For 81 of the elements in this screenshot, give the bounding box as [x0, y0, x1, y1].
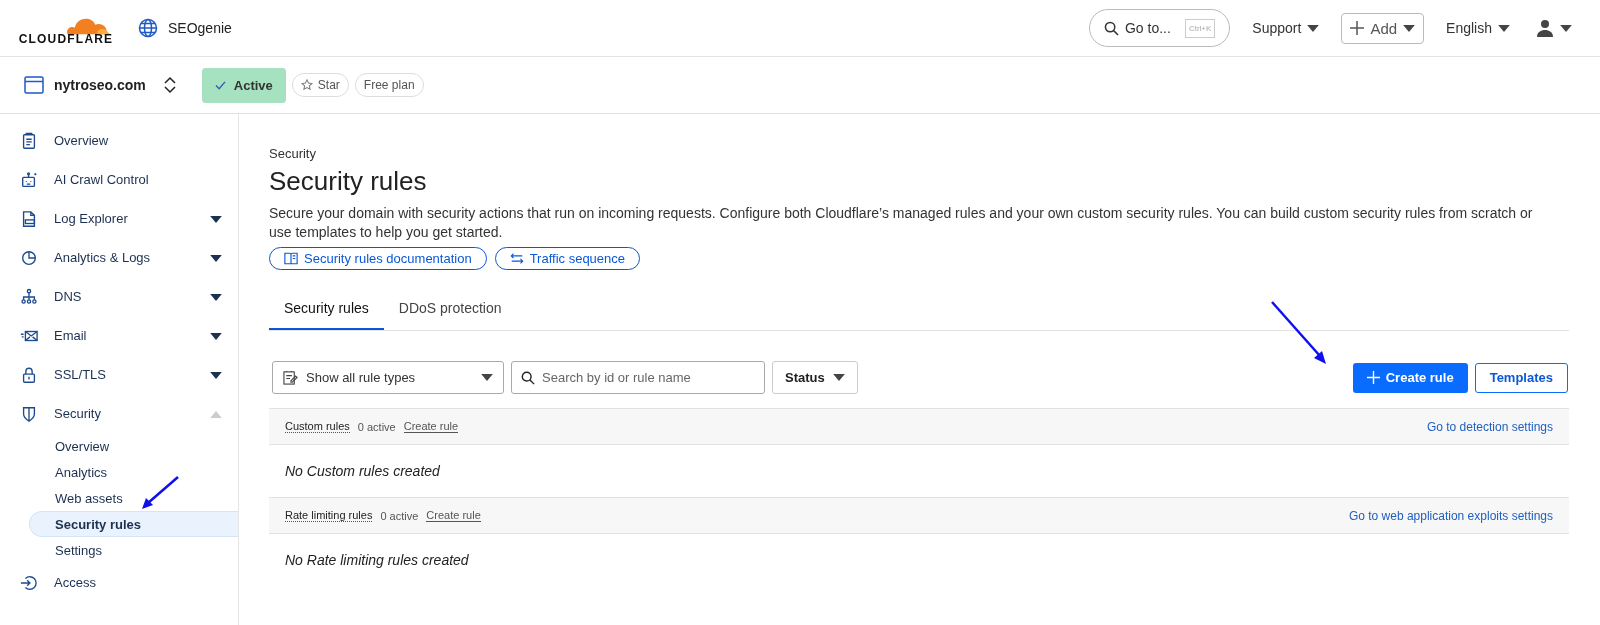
caret-icon	[1307, 24, 1320, 32]
active-count: 0 active	[380, 509, 419, 522]
tab[interactable]: DDoS protection	[383, 286, 517, 330]
sidebar-subitem[interactable]: Security rules	[29, 511, 238, 537]
sidebar-item[interactable]: Access	[0, 563, 238, 602]
create-rule-link[interactable]: Create rule	[426, 509, 481, 522]
caret-icon	[210, 333, 222, 340]
shield-icon	[20, 404, 38, 423]
settings-link[interactable]: Go to web application exploits settings	[1348, 508, 1553, 523]
plan-badge: Free plan	[354, 73, 424, 97]
caret-icon	[210, 216, 222, 223]
breadcrumb[interactable]: Security	[269, 146, 1569, 161]
sidebar-item[interactable]: Analytics & Logs	[0, 238, 238, 277]
clipboard-icon	[20, 131, 38, 150]
empty-message: No Custom rules created	[284, 462, 441, 481]
list-edit-icon	[283, 370, 298, 385]
keyboard-shortcut: Ctrl+K	[1184, 18, 1216, 38]
page-title: Security rules	[269, 166, 428, 197]
caret-icon	[1560, 24, 1572, 32]
tab[interactable]: Security rules	[269, 286, 384, 330]
sidebar-subitem[interactable]: Web assets	[0, 485, 238, 511]
user-icon	[1536, 19, 1554, 37]
sidebar-item[interactable]: DNS	[0, 277, 238, 316]
dropdown-menu[interactable]: Support	[1248, 16, 1324, 40]
sidebar-subitem[interactable]: Overview	[0, 433, 238, 459]
caret-icon	[210, 255, 222, 262]
sidebar-item[interactable]: Log Explorer	[0, 199, 238, 238]
swap-arrows-icon	[509, 252, 524, 265]
sidebar-item[interactable]: AI Crawl Control	[0, 160, 238, 199]
settings-link[interactable]: Go to detection settings	[1426, 419, 1553, 434]
network-icon	[20, 287, 38, 306]
templates-button[interactable]: Templates	[1474, 362, 1568, 393]
robot-icon	[20, 170, 38, 189]
plus-icon	[1350, 21, 1365, 35]
dropdown-menu[interactable]: English	[1442, 16, 1514, 40]
pie-chart-icon	[20, 248, 38, 267]
caret-icon	[210, 372, 222, 379]
book-icon	[284, 252, 298, 265]
sidebar-subitem[interactable]: Analytics	[0, 459, 238, 485]
search-icon	[521, 371, 535, 385]
account-name[interactable]: SEOgenie	[168, 20, 232, 36]
rule-type-select[interactable]: Show all rule types	[272, 361, 504, 394]
caret-icon	[210, 411, 222, 418]
chevron-up-down-icon[interactable]	[163, 76, 176, 94]
cloudflare-logo[interactable]: CLOUDFLARE	[16, 10, 116, 46]
active-count: 0 active	[357, 420, 396, 433]
sidebar-item[interactable]: Email	[0, 316, 238, 355]
annotation-arrow	[140, 475, 180, 511]
caret-icon	[481, 374, 493, 381]
domain-name[interactable]: nytroseo.com	[54, 77, 146, 93]
sidebar-item[interactable]: SSL/TLS	[0, 355, 238, 394]
star-button[interactable]: Star	[291, 73, 349, 97]
create-rule-button[interactable]: Create rule	[1352, 362, 1468, 393]
status-badge: Active	[201, 67, 286, 103]
doc-link-button[interactable]: Security rules documentation	[269, 247, 487, 270]
section-name: Rate limiting rules	[285, 509, 373, 522]
sidebar-item[interactable]: Security	[0, 394, 238, 433]
globe-icon	[138, 18, 158, 38]
section-name: Custom rules	[285, 420, 350, 433]
sign-in-icon	[20, 573, 38, 592]
empty-message: No Rate limiting rules created	[284, 551, 470, 570]
search-icon	[1103, 20, 1119, 36]
document-icon	[20, 209, 38, 228]
sidebar-subitem[interactable]: Settings	[0, 537, 238, 563]
doc-link-button[interactable]: Traffic sequence	[494, 247, 641, 270]
status-dropdown[interactable]: Status	[772, 361, 858, 394]
search-field[interactable]: Search by id or rule name	[511, 361, 765, 394]
search-button[interactable]: Go to... Ctrl+K	[1088, 9, 1231, 47]
star-icon	[300, 79, 313, 91]
page-description: Secure your domain with security actions that run on incoming requests. Configure both Cloudflare’s managed rules and your own custom security rules. You can build custom security rules from scratch or use templates to help you get started.	[269, 204, 1534, 242]
plus-icon	[1366, 371, 1380, 384]
check-icon	[214, 80, 226, 90]
caret-icon	[1403, 24, 1416, 32]
browser-window-icon	[24, 76, 44, 94]
lock-icon	[20, 365, 38, 384]
sidebar-item[interactable]: Overview	[0, 121, 238, 160]
caret-icon	[832, 374, 845, 381]
caret-icon	[210, 294, 222, 301]
caret-icon	[1498, 24, 1510, 32]
create-rule-link[interactable]: Create rule	[403, 420, 459, 433]
add-dropdown[interactable]: Add	[1341, 12, 1425, 44]
